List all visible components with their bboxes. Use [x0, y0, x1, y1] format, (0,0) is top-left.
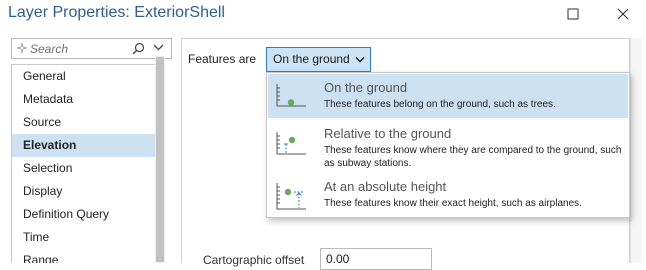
- nav-item-metadata[interactable]: Metadata: [12, 88, 164, 111]
- maximize-icon: [567, 8, 579, 20]
- cartographic-offset-input[interactable]: 0.00: [320, 248, 432, 270]
- features-are-label: Features are: [188, 52, 257, 66]
- option-title: Relative to the ground: [324, 126, 452, 141]
- on-ground-icon: [276, 84, 306, 107]
- features-dropdown[interactable]: On the ground: [266, 47, 371, 72]
- option-title: At an absolute height: [324, 179, 447, 194]
- option-description: These features know their exact height, …: [324, 198, 582, 209]
- chevron-down-icon: [355, 57, 365, 63]
- nav-scrollbar-thumb[interactable]: [156, 57, 164, 262]
- chevron-down-icon[interactable]: [153, 43, 164, 51]
- nav-item-time[interactable]: Time: [12, 226, 164, 249]
- option-description: These features belong on the ground, suc…: [324, 99, 556, 110]
- window-title: Layer Properties: ExteriorShell: [8, 4, 225, 21]
- title-bar: Layer Properties: ExteriorShell: [0, 0, 646, 34]
- close-icon: [617, 8, 629, 20]
- features-dropdown-value: On the ground: [273, 52, 350, 66]
- cartographic-offset-label: Cartographic offset: [203, 253, 305, 267]
- nav-item-selection[interactable]: Selection: [12, 157, 164, 180]
- search-box[interactable]: [11, 38, 172, 59]
- sparkle-icon: [16, 42, 28, 54]
- maximize-button[interactable]: [550, 0, 596, 28]
- nav-item-source[interactable]: Source: [12, 111, 164, 134]
- option-relative-to-ground[interactable]: Relative to the ground These features kn…: [268, 120, 628, 170]
- close-button[interactable]: [600, 0, 646, 28]
- nav-item-range[interactable]: Range: [12, 249, 164, 263]
- nav-item-general[interactable]: General: [12, 65, 164, 88]
- option-title: On the ground: [324, 80, 408, 95]
- nav-item-definition-query[interactable]: Definition Query: [12, 203, 164, 226]
- nav-item-elevation[interactable]: Elevation: [12, 134, 164, 157]
- option-on-the-ground[interactable]: On the ground These features belong on t…: [268, 74, 628, 118]
- option-description: These features know where they are compa…: [324, 145, 622, 169]
- relative-to-ground-icon: [276, 132, 306, 155]
- panel-scrollbar[interactable]: [630, 38, 642, 263]
- nav-scrollbar[interactable]: [155, 56, 165, 263]
- nav-item-display[interactable]: Display: [12, 180, 164, 203]
- option-absolute-height[interactable]: At an absolute height These features kno…: [268, 173, 628, 217]
- search-icon[interactable]: [132, 42, 145, 55]
- absolute-height-icon: [276, 183, 306, 210]
- property-page-list: General Metadata Source Elevation Select…: [11, 64, 165, 263]
- search-input[interactable]: [30, 40, 130, 57]
- features-dropdown-menu: On the ground These features belong on t…: [266, 72, 630, 218]
